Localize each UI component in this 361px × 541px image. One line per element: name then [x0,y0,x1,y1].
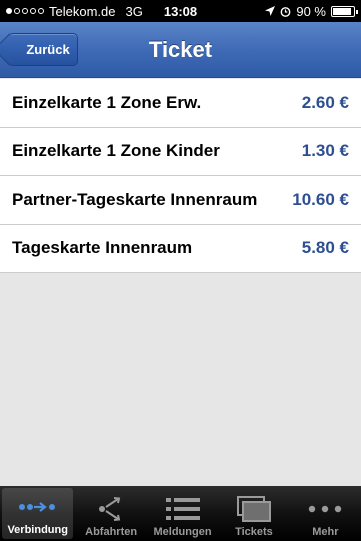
tab-label: Mehr [312,526,339,538]
ticket-price: 2.60 € [301,92,349,112]
navigation-bar: Zurück Ticket [0,22,361,78]
departures-icon [98,494,124,524]
location-arrow-icon [265,6,276,16]
connection-icon [18,492,58,522]
ticket-row[interactable]: Einzelkarte 1 Zone Kinder 1.30 € [0,128,361,176]
tab-tickets[interactable]: Tickets [218,486,289,541]
status-bar: Telekom.de 3G 13:08 90 % [0,0,361,22]
page-title: Ticket [148,37,213,62]
ticket-name: Tageskarte Innenraum [12,238,193,258]
tab-meldungen[interactable]: Meldungen [147,486,218,541]
tab-label: Meldungen [153,526,212,538]
tab-abfahrten[interactable]: Abfahrten [75,486,146,541]
ticket-list: Einzelkarte 1 Zone Erw. 2.60 € Einzelkar… [0,79,361,273]
tab-label: Verbindung [7,524,68,536]
ticket-name: Einzelkarte 1 Zone Kinder [12,141,220,161]
tab-label: Abfahrten [85,526,138,538]
ticket-price: 1.30 € [301,141,349,161]
battery-icon [331,5,358,17]
tab-verbindung[interactable]: Verbindung [2,488,74,539]
ticket-price: 5.80 € [301,238,349,258]
ticket-name: Einzelkarte 1 Zone Erw. [12,92,202,112]
tab-label: Tickets [235,526,273,538]
tab-bar: Verbindung Abfahrten Meldungen Tickets M… [0,486,361,541]
ticket-row[interactable]: Partner-Tageskarte Innenraum 10.60 € [0,176,361,225]
more-icon [308,494,342,524]
ticket-price: 10.60 € [292,189,349,209]
battery-percentage: 90 % [296,3,326,19]
ticket-name: Partner-Tageskarte Innenraum [12,189,258,209]
signal-strength-icon [6,8,44,14]
carrier-name: Telekom.de [49,3,116,19]
tickets-icon [236,494,271,524]
ticket-row[interactable]: Einzelkarte 1 Zone Erw. 2.60 € [0,79,361,128]
messages-icon [165,494,200,524]
alarm-clock-icon [280,6,291,17]
ticket-row[interactable]: Tageskarte Innenraum 5.80 € [0,225,361,273]
tab-mehr[interactable]: Mehr [290,486,361,541]
network-type: 3G [125,3,143,19]
